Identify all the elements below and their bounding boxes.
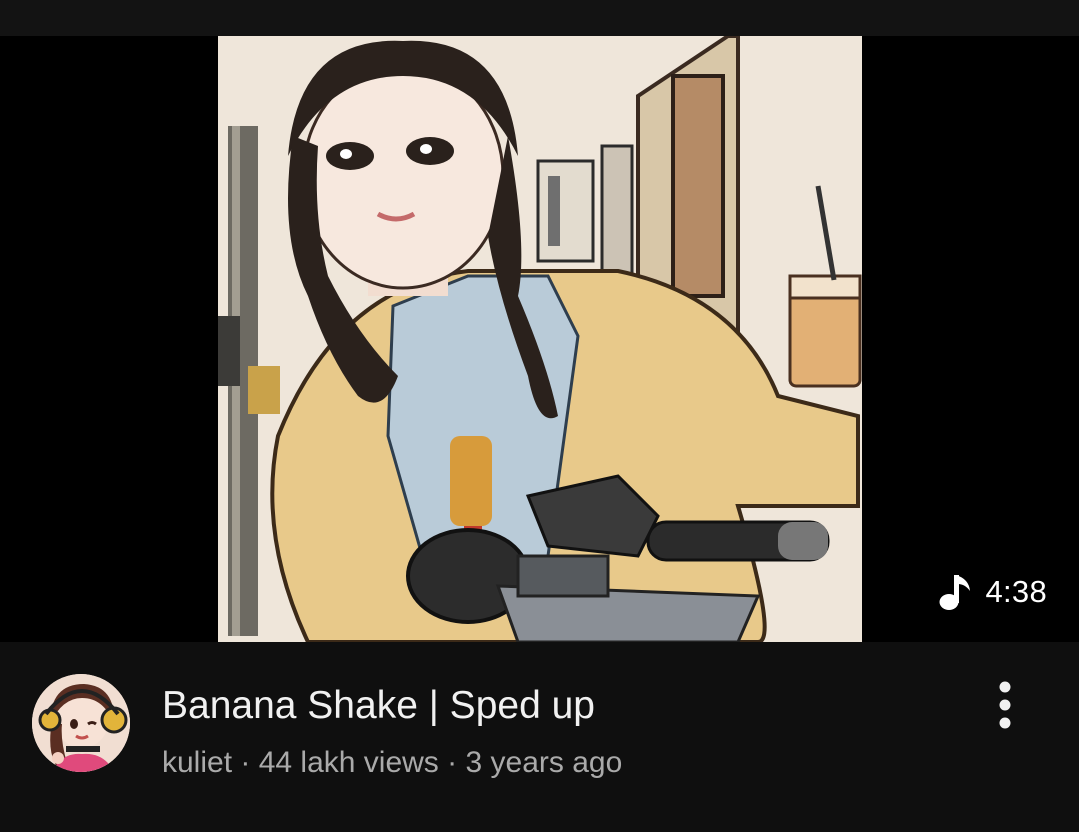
more-vert-icon[interactable] <box>982 678 1028 732</box>
video-metadata: kuliet · 44 lakh views · 3 years ago <box>162 746 622 780</box>
video-info-row[interactable]: Banana Shake | Sped up kuliet · 44 lakh … <box>0 642 1079 832</box>
music-note-icon <box>939 573 971 611</box>
view-count: 44 lakh views <box>258 746 439 779</box>
video-thumbnail-image[interactable] <box>218 36 862 642</box>
meta-separator: · <box>438 746 466 779</box>
video-thumbnail-area[interactable]: 4:38 <box>0 36 1079 642</box>
duration-badge: 4:38 <box>939 573 1047 611</box>
channel-name[interactable]: kuliet <box>162 746 232 779</box>
video-title[interactable]: Banana Shake | Sped up <box>162 684 595 728</box>
duration-text: 4:38 <box>985 574 1047 609</box>
upload-age: 3 years ago <box>465 746 623 779</box>
channel-avatar[interactable] <box>32 674 130 772</box>
top-bar-strip <box>0 0 1079 36</box>
meta-separator: · <box>232 746 259 779</box>
